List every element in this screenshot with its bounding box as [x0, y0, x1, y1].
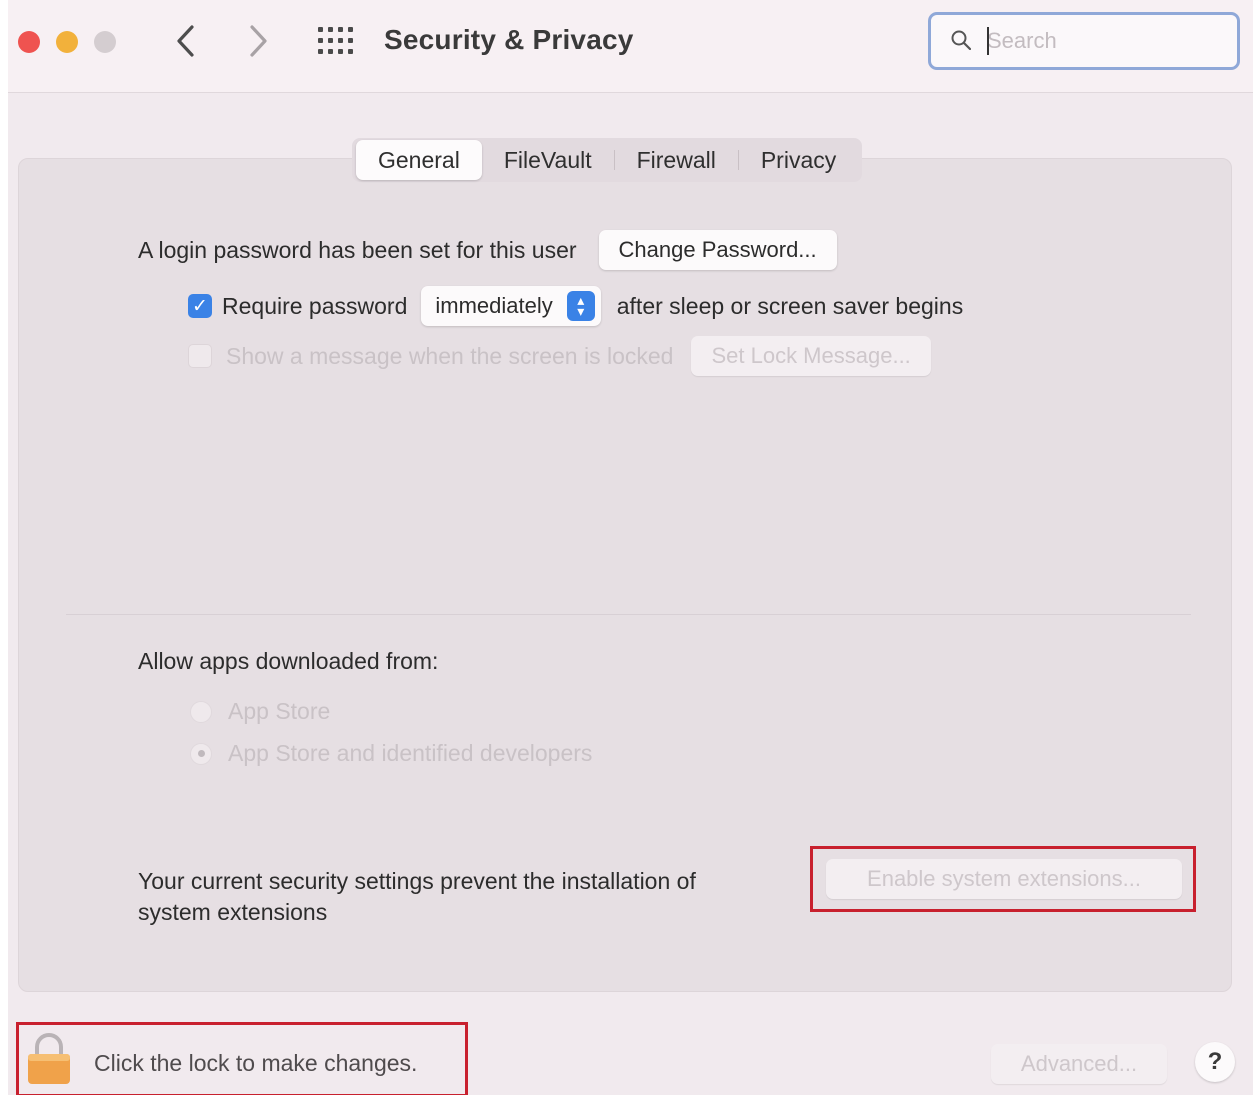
security-privacy-window: Security & Privacy General FileVault Fir… [8, 0, 1253, 1095]
radio-app-store-label: App Store [228, 698, 331, 724]
show-all-grid-icon[interactable] [318, 27, 354, 57]
tab-general[interactable]: General [356, 140, 482, 180]
tab-firewall[interactable]: Firewall [615, 140, 738, 180]
show-message-label: Show a message when the screen is locked [226, 342, 674, 369]
tab-filevault[interactable]: FileVault [482, 140, 614, 180]
text-caret [987, 27, 989, 55]
zoom-button[interactable] [94, 31, 116, 53]
notice-line-1: Your current security settings prevent t… [138, 868, 696, 894]
radio-identified-developers-row[interactable]: App Store and identified developers [190, 740, 592, 767]
login-password-text: A login password has been set for this u… [138, 236, 577, 263]
after-sleep-text: after sleep or screen saver begins [616, 292, 964, 319]
close-button[interactable] [18, 31, 40, 53]
back-button[interactable] [166, 18, 206, 64]
require-password-row: ✓ Require password immediately ▴ ▾ after … [188, 286, 963, 326]
allow-apps-label: Allow apps downloaded from: [138, 648, 439, 674]
tab-privacy[interactable]: Privacy [739, 140, 858, 180]
search-field[interactable] [928, 12, 1240, 70]
chevron-right-icon [250, 25, 267, 57]
radio-app-store-row[interactable]: App Store [190, 698, 330, 725]
login-password-row: A login password has been set for this u… [138, 230, 837, 270]
tab-bar: General FileVault Firewall Privacy [352, 138, 863, 182]
advanced-button[interactable]: Advanced... [991, 1044, 1167, 1084]
require-password-label: Require password [222, 292, 408, 319]
section-divider [66, 614, 1191, 615]
help-button[interactable]: ? [1195, 1042, 1235, 1082]
search-input[interactable] [987, 24, 1217, 58]
lock-icon[interactable] [26, 1032, 72, 1086]
window-title: Security & Privacy [384, 24, 634, 55]
titlebar: Security & Privacy [8, 0, 1253, 93]
select-stepper-icon: ▴ ▾ [566, 291, 595, 321]
search-icon [951, 30, 971, 50]
forward-button[interactable] [238, 18, 278, 64]
show-message-checkbox[interactable] [188, 344, 212, 368]
lock-text-row[interactable]: Click the lock to make changes. [94, 1050, 417, 1077]
notice-line-2: system extensions [138, 899, 328, 925]
allow-apps-heading-row: Allow apps downloaded from: [138, 648, 438, 675]
require-password-checkbox[interactable]: ✓ [188, 294, 212, 318]
minimize-button[interactable] [56, 31, 78, 53]
radio-identified-developers[interactable] [190, 742, 212, 765]
checkmark-icon: ✓ [192, 295, 208, 317]
show-message-row: Show a message when the screen is locked… [188, 336, 931, 376]
enable-system-extensions-button[interactable]: Enable system extensions... [826, 859, 1182, 899]
lock-text: Click the lock to make changes. [94, 1050, 418, 1076]
change-password-button[interactable]: Change Password... [598, 230, 837, 270]
chevron-left-icon [177, 25, 194, 57]
require-password-interval-select[interactable]: immediately ▴ ▾ [421, 286, 601, 326]
select-value: immediately [435, 293, 553, 318]
system-extensions-notice: Your current security settings prevent t… [138, 866, 696, 928]
set-lock-message-button[interactable]: Set Lock Message... [691, 336, 931, 376]
radio-app-store[interactable] [190, 700, 212, 723]
radio-identified-developers-label: App Store and identified developers [228, 740, 593, 766]
